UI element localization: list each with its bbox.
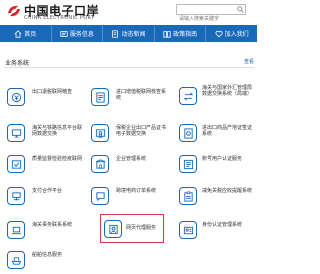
book-icon: [163, 30, 171, 38]
tile-label: 海关与国家外汇管理局数据交换系统（局端）: [202, 85, 253, 97]
tile-icon-box: [91, 155, 109, 173]
stamp-doc-icon: [183, 127, 193, 139]
nav-item-service-info[interactable]: 服务信息: [52, 25, 104, 42]
tile-export-tax-rebate[interactable]: 出口退税联网稽查: [4, 84, 84, 110]
tile-label: 出口退税联网稽查: [32, 89, 73, 95]
tile-label: 质量监督检验检疫联网: [32, 156, 83, 162]
nav-item-news[interactable]: 动态新闻: [103, 25, 155, 42]
search-box[interactable]: [176, 4, 246, 24]
tile-icon-box: [179, 155, 197, 173]
china-eport-logo-icon: [8, 5, 20, 17]
inspection-icon: [11, 159, 21, 169]
tile-quality-inspection[interactable]: 质量监督检验检疫联网: [4, 151, 84, 177]
tile-icon-box: [91, 124, 109, 142]
tile-label: 减免关税应收提醒系统: [202, 188, 253, 194]
currency-icon: [11, 92, 21, 102]
tile-label: 保税企业出口产品证书电子数据交换: [116, 125, 167, 137]
nav-item-policy-guide[interactable]: 政策指南: [155, 25, 207, 42]
logo-subtitle: CHINA ELECTRONIC PORT: [24, 15, 95, 21]
tile-enterprise-management[interactable]: 企业管理系统: [88, 151, 168, 177]
id-card-icon: [183, 159, 193, 169]
tile-icon-box: [91, 187, 109, 205]
tile-icon-box: [179, 124, 197, 142]
tile-icon-box: [179, 87, 197, 105]
clipboard-icon: [183, 191, 193, 202]
tile-import-vat-check[interactable]: 进口增值税联网核查系统: [88, 84, 168, 110]
tile-label: 支付合作平台: [32, 188, 63, 194]
nav-item-home[interactable]: 首页: [0, 25, 52, 42]
section-divider: [4, 67, 254, 68]
proxy-service-icon: [108, 224, 118, 234]
tile-customs-affairs[interactable]: 海关事务联系系统: [4, 217, 84, 243]
exchange-icon: [183, 92, 193, 100]
tile-icon-box: [7, 155, 25, 173]
chat-doc-icon: [95, 191, 105, 201]
ship-icon: [11, 256, 21, 265]
nav-label: 服务信息: [69, 31, 94, 38]
laptop-icon: [11, 226, 21, 234]
search-icon[interactable]: [237, 6, 244, 13]
tile-icon-box: [91, 88, 109, 106]
nav-label: 动态新闻: [121, 31, 146, 38]
tile-label: 企业管理系统: [116, 156, 147, 162]
news-icon: [60, 30, 68, 37]
tile-account-auth[interactable]: 账号用户认证服务: [176, 151, 256, 177]
tile-label: 海关与铁路信息平台联网数据交换: [32, 125, 83, 137]
tile-cross-border-order[interactable]: 跨境电商订单系统: [88, 183, 168, 209]
top-header: 中国电子口岸 CHINA ELECTRONIC PORT: [0, 0, 257, 24]
tile-identity-auth[interactable]: 身份认证管理系统: [176, 217, 256, 243]
tile-bonded-export-cert[interactable]: 保税企业出口产品证书电子数据交换: [88, 120, 168, 146]
home-icon: [14, 29, 22, 38]
tile-label: 网页代理服务: [126, 225, 157, 231]
search-input[interactable]: [177, 14, 237, 24]
tile-payment-platform[interactable]: 支付合作平台: [4, 183, 84, 209]
nav-label: 加入我们: [224, 31, 249, 38]
tile-customs-forex-exchange[interactable]: 海关与国家外汇管理局数据交换系统（局端）: [176, 80, 256, 114]
tile-icon-box: [179, 221, 197, 239]
main-nav: 首页 服务信息 动态新闻 政策指南 加入我们: [0, 25, 257, 42]
monitor-icon: [11, 128, 21, 138]
tile-label: 进出口商品产地证签证系统: [202, 125, 253, 137]
tile-label: 进口增值税联网核查系统: [116, 89, 167, 101]
tile-label: 船舶信息服务: [32, 252, 63, 258]
doc-icon: [112, 29, 119, 38]
building-icon: [95, 158, 105, 169]
tile-label: 身份认证管理系统: [202, 222, 243, 228]
tile-icon-box: [7, 251, 25, 269]
tile-origin-certificate[interactable]: 进出口商品产地证签证系统: [176, 120, 256, 146]
section-title: 业务系统: [5, 60, 30, 67]
nav-label: 政策指南: [173, 31, 198, 38]
document-check-icon: [95, 91, 105, 103]
user-card-icon: [183, 226, 193, 234]
tile-label: 跨境电商订单系统: [116, 188, 157, 194]
network-icon: [11, 191, 21, 200]
tile-ship-info[interactable]: 船舶信息服务: [4, 247, 84, 273]
tile-icon-box: [7, 221, 25, 239]
tile-label: 账号用户认证服务: [202, 156, 243, 162]
tile-customs-railway[interactable]: 海关与铁路信息平台联网数据交换: [4, 120, 84, 146]
heart-icon: [215, 30, 223, 37]
tile-tariff-reminder[interactable]: 减免关税应收提醒系统: [176, 183, 256, 209]
tile-web-proxy-service[interactable]: 网页代理服务: [100, 214, 164, 243]
more-link[interactable]: 查看: [244, 58, 254, 65]
tile-icon-box: [179, 187, 197, 205]
tile-icon-box: [7, 88, 25, 106]
nav-label: 首页: [24, 31, 37, 38]
tile-icon-box: [104, 220, 122, 238]
tile-icon-box: [7, 187, 25, 205]
tile-icon-box: [7, 124, 25, 142]
tile-label: 海关事务联系系统: [32, 222, 73, 228]
nav-item-join-us[interactable]: 加入我们: [206, 25, 257, 42]
certificate-icon: [95, 128, 105, 138]
